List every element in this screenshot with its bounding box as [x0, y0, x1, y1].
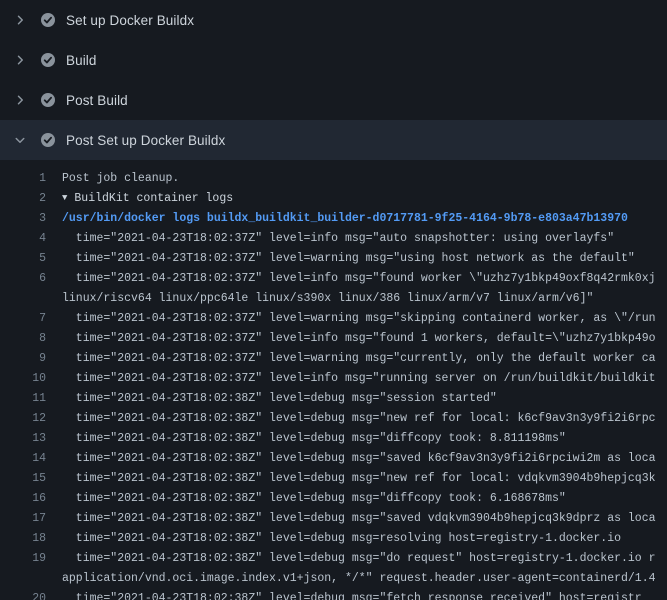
- section-label: Set up Docker Buildx: [66, 13, 194, 28]
- group-expander-icon[interactable]: ▼: [62, 189, 67, 208]
- log-text: time="2021-04-23T18:02:37Z" level=info m…: [62, 229, 667, 249]
- log-line: 19 time="2021-04-23T18:02:38Z" level=deb…: [0, 549, 667, 569]
- log-line: 4 time="2021-04-23T18:02:37Z" level=info…: [0, 229, 667, 249]
- log-text: time="2021-04-23T18:02:38Z" level=debug …: [62, 429, 667, 449]
- log-line: 5 time="2021-04-23T18:02:37Z" level=warn…: [0, 249, 667, 269]
- log-line: linux/riscv64 linux/ppc64le linux/s390x …: [0, 289, 667, 309]
- log-line-number[interactable]: 20: [0, 589, 46, 600]
- chevron-right-icon: [12, 12, 28, 28]
- section-label: Post Build: [66, 93, 128, 108]
- log-line-number[interactable]: 5: [0, 249, 46, 269]
- log-line: 17 time="2021-04-23T18:02:38Z" level=deb…: [0, 509, 667, 529]
- log-line: 11 time="2021-04-23T18:02:38Z" level=deb…: [0, 389, 667, 409]
- log-line: 12 time="2021-04-23T18:02:38Z" level=deb…: [0, 409, 667, 429]
- workflow-log-viewer: Set up Docker Buildx Build Post Build Po…: [0, 0, 667, 600]
- section-header-set-up-docker-buildx[interactable]: Set up Docker Buildx: [0, 0, 667, 40]
- log-line: 10 time="2021-04-23T18:02:37Z" level=inf…: [0, 369, 667, 389]
- log-lines: 1 Post job cleanup. 2 ▼BuildKit container l…: [0, 160, 667, 600]
- log-text: application/vnd.oci.image.index.v1+json,…: [62, 569, 667, 589]
- section-label: Build: [66, 53, 97, 68]
- log-text: time="2021-04-23T18:02:38Z" level=debug …: [62, 389, 667, 409]
- log-line-number[interactable]: 17: [0, 509, 46, 529]
- log-line: 1 Post job cleanup.: [0, 169, 667, 189]
- log-command-text: /usr/bin/docker logs buildx_buildkit_bui…: [62, 209, 667, 229]
- chevron-down-icon: [12, 132, 28, 148]
- section-label: Post Set up Docker Buildx: [66, 133, 225, 148]
- log-line: 13 time="2021-04-23T18:02:38Z" level=deb…: [0, 429, 667, 449]
- log-text: linux/riscv64 linux/ppc64le linux/s390x …: [62, 289, 667, 309]
- log-text: ▼BuildKit container logs: [62, 189, 667, 209]
- check-circle-icon: [40, 52, 56, 68]
- log-line-number[interactable]: 9: [0, 349, 46, 369]
- log-text: time="2021-04-23T18:02:37Z" level=warnin…: [62, 309, 667, 329]
- log-line-number[interactable]: 3: [0, 209, 46, 229]
- log-line: 15 time="2021-04-23T18:02:38Z" level=deb…: [0, 469, 667, 489]
- log-line-number[interactable]: 7: [0, 309, 46, 329]
- section-header-post-set-up-docker-buildx[interactable]: Post Set up Docker Buildx: [0, 120, 667, 160]
- log-text: time="2021-04-23T18:02:37Z" level=info m…: [62, 329, 667, 349]
- log-text: time="2021-04-23T18:02:38Z" level=debug …: [62, 549, 667, 569]
- log-line-number[interactable]: 6: [0, 269, 46, 289]
- log-line-number[interactable]: 14: [0, 449, 46, 469]
- log-text: time="2021-04-23T18:02:37Z" level=warnin…: [62, 249, 667, 269]
- check-circle-icon: [40, 92, 56, 108]
- log-line-number[interactable]: 15: [0, 469, 46, 489]
- log-text: Post job cleanup.: [62, 169, 667, 189]
- section-header-post-build[interactable]: Post Build: [0, 80, 667, 120]
- log-text: time="2021-04-23T18:02:38Z" level=debug …: [62, 529, 667, 549]
- chevron-right-icon: [12, 52, 28, 68]
- log-text: time="2021-04-23T18:02:38Z" level=debug …: [62, 509, 667, 529]
- log-line-number[interactable]: 16: [0, 489, 46, 509]
- log-line: 20 time="2021-04-23T18:02:38Z" level=deb…: [0, 589, 667, 600]
- log-line-number: [0, 289, 46, 309]
- log-line: 9 time="2021-04-23T18:02:37Z" level=warn…: [0, 349, 667, 369]
- log-text: time="2021-04-23T18:02:38Z" level=debug …: [62, 449, 667, 469]
- log-line: 8 time="2021-04-23T18:02:37Z" level=info…: [0, 329, 667, 349]
- log-line-number[interactable]: 18: [0, 529, 46, 549]
- log-line-number[interactable]: 19: [0, 549, 46, 569]
- check-circle-icon: [40, 12, 56, 28]
- log-line-number: [0, 569, 46, 589]
- log-line-number[interactable]: 8: [0, 329, 46, 349]
- log-line: application/vnd.oci.image.index.v1+json,…: [0, 569, 667, 589]
- log-line: 16 time="2021-04-23T18:02:38Z" level=deb…: [0, 489, 667, 509]
- log-text: time="2021-04-23T18:02:38Z" level=debug …: [62, 589, 667, 600]
- section-header-build[interactable]: Build: [0, 40, 667, 80]
- log-text: time="2021-04-23T18:02:37Z" level=info m…: [62, 269, 667, 289]
- log-text: time="2021-04-23T18:02:38Z" level=debug …: [62, 469, 667, 489]
- log-text: time="2021-04-23T18:02:38Z" level=debug …: [62, 489, 667, 509]
- log-line-number[interactable]: 10: [0, 369, 46, 389]
- log-line: 18 time="2021-04-23T18:02:38Z" level=deb…: [0, 529, 667, 549]
- check-circle-icon: [40, 132, 56, 148]
- log-line: 14 time="2021-04-23T18:02:38Z" level=deb…: [0, 449, 667, 469]
- log-line: 3/usr/bin/docker logs buildx_buildkit_bu…: [0, 209, 667, 229]
- log-line-number[interactable]: 11: [0, 389, 46, 409]
- log-line[interactable]: 2 ▼BuildKit container logs: [0, 189, 667, 209]
- log-text: time="2021-04-23T18:02:37Z" level=warnin…: [62, 349, 667, 369]
- log-line: 6 time="2021-04-23T18:02:37Z" level=info…: [0, 269, 667, 289]
- log-line-number[interactable]: 2: [0, 189, 46, 209]
- log-line-number[interactable]: 4: [0, 229, 46, 249]
- log-text: time="2021-04-23T18:02:37Z" level=info m…: [62, 369, 667, 389]
- log-line: 7 time="2021-04-23T18:02:37Z" level=warn…: [0, 309, 667, 329]
- log-line-number[interactable]: 1: [0, 169, 46, 189]
- chevron-right-icon: [12, 92, 28, 108]
- log-line-number[interactable]: 13: [0, 429, 46, 449]
- log-text: time="2021-04-23T18:02:38Z" level=debug …: [62, 409, 667, 429]
- log-line-number[interactable]: 12: [0, 409, 46, 429]
